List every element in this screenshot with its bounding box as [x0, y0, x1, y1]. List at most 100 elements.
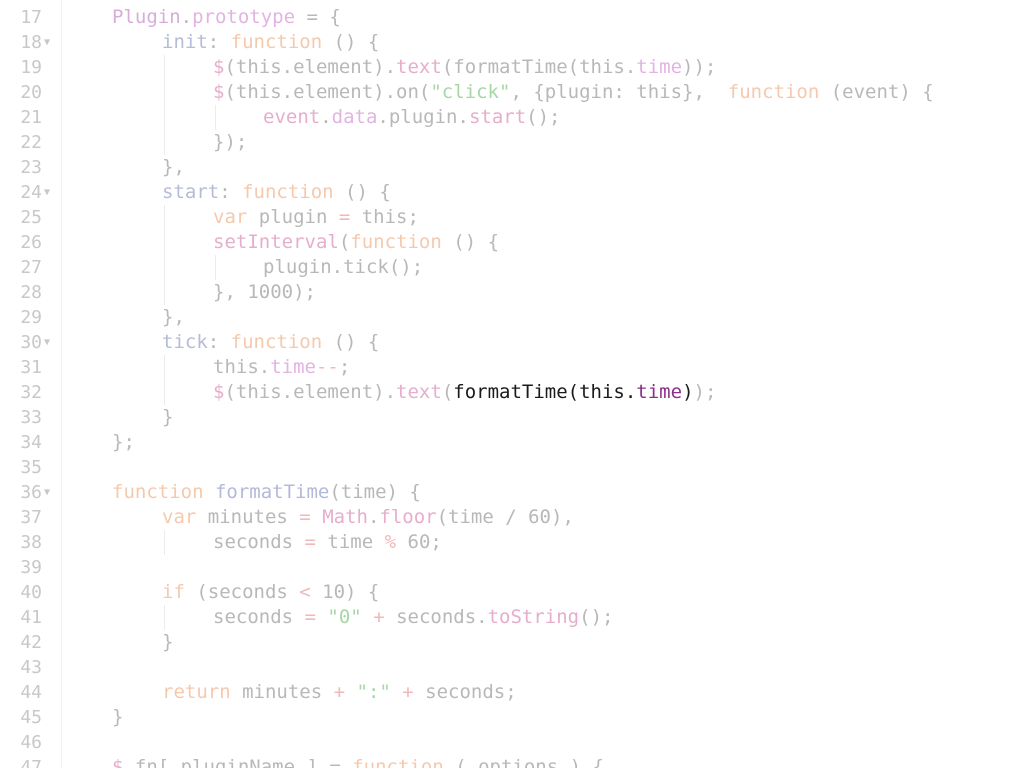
code-token: function — [230, 31, 323, 53]
code-token: prototype — [192, 6, 296, 28]
line-number: 26 — [20, 232, 42, 253]
code-token: setInterval — [213, 231, 339, 253]
code-token: }, — [162, 156, 185, 178]
code-token: : — [207, 331, 231, 353]
code-line[interactable]: }, — [162, 305, 185, 330]
fold-arrow-icon[interactable]: ▼ — [44, 30, 50, 55]
line-number: 19 — [20, 57, 42, 78]
code-token: } — [162, 631, 174, 653]
code-line[interactable]: $(this.element).on("click", {plugin: thi… — [213, 80, 934, 105]
code-token: var — [213, 206, 248, 228]
code-token: ); — [693, 381, 717, 403]
line-number: 32 — [20, 382, 42, 403]
code-token: () { — [322, 31, 380, 53]
code-line[interactable]: setInterval(function () { — [213, 230, 499, 255]
line-number: 40 — [20, 582, 42, 603]
code-token: formatTime(this. — [453, 381, 637, 403]
code-line[interactable]: plugin.tick(); — [263, 255, 423, 280]
code-line[interactable]: $.fn[ pluginName ] = function ( options … — [112, 755, 604, 768]
code-token: (this.element). — [224, 56, 397, 78]
code-token: ; — [338, 356, 351, 378]
code-token: time — [315, 531, 385, 553]
code-token: $ — [213, 81, 225, 103]
line-number: 29 — [20, 307, 42, 328]
code-line[interactable]: init: function () { — [162, 30, 379, 55]
line-number-gutter: 17 18 ▼ 19 20 21 22 23 24 ▼ 25 26 27 28 29 30 ▼ 31 32 33 34 3… — [0, 0, 62, 768]
code-token: function — [352, 756, 444, 768]
code-line[interactable]: var minutes = Math.floor(time / 60), — [162, 505, 574, 530]
code-token: (); — [579, 606, 614, 628]
code-line[interactable]: }, — [162, 155, 185, 180]
fold-arrow-icon[interactable]: ▼ — [44, 480, 50, 505]
code-token: }, 1000); — [213, 281, 316, 303]
code-token: this. — [213, 356, 271, 378]
code-line[interactable]: return minutes + ":" + seconds; — [162, 680, 517, 705]
fold-arrow-icon[interactable]: ▼ — [44, 180, 50, 205]
code-token: floor — [379, 506, 437, 528]
code-token: function — [727, 81, 820, 103]
code-token: time — [636, 381, 683, 403]
code-token: $ — [213, 381, 225, 403]
line-number: 25 — [20, 207, 42, 228]
code-token: )); — [682, 56, 717, 78]
line-number: 37 — [20, 507, 42, 528]
code-token: . — [367, 506, 380, 528]
code-token: if — [162, 581, 185, 603]
code-line[interactable]: }); — [213, 130, 247, 155]
code-token: + — [402, 681, 414, 703]
fold-arrow-icon[interactable]: ▼ — [44, 330, 50, 355]
code-line[interactable]: $(this.element).text(formatTime(this.tim… — [213, 380, 716, 405]
code-line[interactable]: $(this.element).text(formatTime(this.tim… — [213, 55, 716, 80]
code-token: text — [396, 56, 442, 78]
code-line[interactable]: } — [162, 405, 173, 430]
code-token: ) — [682, 381, 694, 403]
code-token: (time / 60), — [436, 506, 574, 528]
code-line[interactable]: }; — [112, 430, 135, 455]
code-line[interactable]: start: function () { — [162, 180, 391, 205]
code-line[interactable]: if (seconds < 10) { — [162, 580, 379, 605]
indent-guide — [164, 80, 165, 105]
code-token: }); — [213, 131, 248, 153]
line-number: 33 — [20, 407, 42, 428]
line-number: 17 — [20, 7, 42, 28]
code-token: }; — [112, 431, 135, 453]
code-token: 60; — [396, 531, 442, 553]
code-token: "0" — [327, 606, 362, 628]
code-token: , {plugin: this}, — [510, 81, 728, 103]
code-token: + — [373, 606, 385, 628]
code-token: + — [333, 681, 346, 703]
code-token: % — [384, 531, 397, 553]
code-editor[interactable]: 17 18 ▼ 19 20 21 22 23 24 ▼ 25 26 27 28 29 30 ▼ 31 32 33 34 3… — [0, 0, 1024, 768]
line-number: 24 — [20, 182, 42, 203]
line-number: 35 — [20, 457, 42, 478]
code-token: } — [112, 706, 124, 728]
code-line[interactable]: this.time--; — [213, 355, 350, 380]
code-token: this; — [350, 206, 419, 228]
indent-guide — [164, 255, 165, 280]
code-token: .plugin. — [377, 106, 469, 128]
indent-guide — [164, 205, 165, 230]
code-line[interactable]: tick: function () { — [162, 330, 379, 355]
code-line[interactable]: function formatTime(time) { — [112, 480, 421, 505]
line-number: 30 — [20, 332, 42, 353]
code-line[interactable]: } — [112, 705, 123, 730]
code-token: text — [396, 381, 442, 403]
code-token: seconds; — [413, 681, 517, 703]
code-token: time — [636, 56, 683, 78]
code-line[interactable]: var plugin = this; — [213, 205, 419, 230]
code-token: ( — [338, 231, 351, 253]
code-token: (this.element).on( — [224, 81, 431, 103]
code-line[interactable]: } — [162, 630, 173, 655]
code-token: ":" — [356, 681, 391, 703]
code-line[interactable]: Plugin.prototype = { — [112, 5, 341, 30]
code-line[interactable]: }, 1000); — [213, 280, 316, 305]
indent-guide — [164, 380, 165, 405]
code-line[interactable]: seconds = "0" + seconds.toString(); — [213, 605, 613, 630]
line-number: 38 — [20, 532, 42, 553]
code-token: start — [162, 181, 220, 203]
code-line[interactable]: event.data.plugin.start(); — [263, 105, 560, 130]
code-line[interactable]: seconds = time % 60; — [213, 530, 442, 555]
